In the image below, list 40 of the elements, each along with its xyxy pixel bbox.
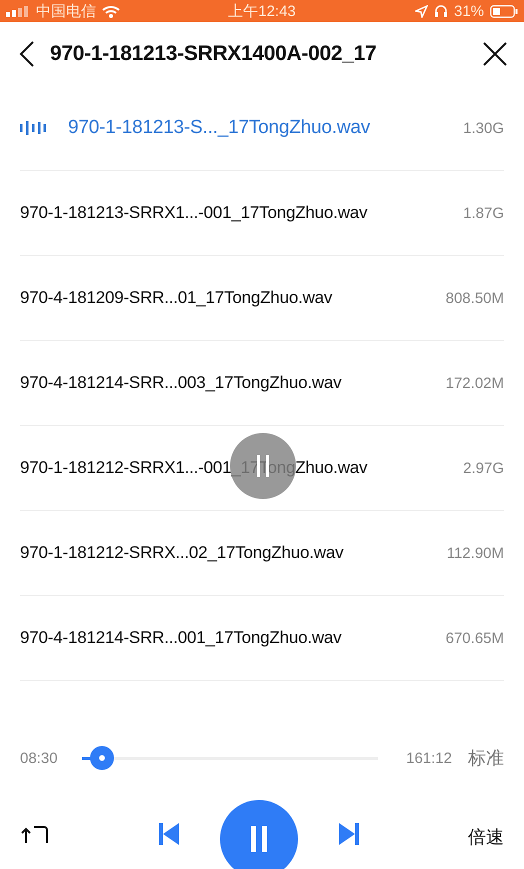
file-row[interactable]: 970-1-181213-S..._17TongZhuo.wav 1.30G bbox=[20, 86, 504, 171]
file-name: 970-1-181213-SRRX1...-001_17TongZhuo.wav bbox=[20, 203, 368, 223]
file-row[interactable]: 970-1-181213-SRRX1...-001_17TongZhuo.wav 1.87G bbox=[20, 171, 504, 256]
window-title: 970-1-181213-SRRX1400A-002_17 bbox=[50, 42, 378, 66]
carrier-name: 中国电信 bbox=[36, 2, 96, 20]
next-button[interactable] bbox=[337, 823, 359, 845]
previous-button[interactable] bbox=[159, 823, 181, 845]
elapsed-time: 08:30 bbox=[20, 750, 58, 766]
file-name: 970-4-181209-SRR...01_17TongZhuo.wav bbox=[20, 288, 332, 308]
slider-thumb[interactable] bbox=[90, 746, 114, 770]
file-size: 1.87G bbox=[463, 204, 504, 222]
file-name: 970-1-181213-S..._17TongZhuo.wav bbox=[68, 117, 370, 139]
file-size: 112.90M bbox=[446, 544, 504, 562]
file-row[interactable]: 970-4-181214-SRR...003_17TongZhuo.wav 172.02M bbox=[20, 341, 504, 426]
file-name: 970-4-181214-SRR...003_17TongZhuo.wav bbox=[20, 373, 342, 393]
clock-time: 上午12:43 bbox=[228, 2, 296, 20]
total-time: 161:12 bbox=[406, 750, 452, 766]
file-size: 670.65M bbox=[446, 630, 504, 646]
wifi-icon bbox=[102, 4, 120, 18]
battery-icon bbox=[490, 4, 518, 18]
headphones-icon bbox=[434, 4, 448, 18]
file-size: 2.97G bbox=[463, 460, 504, 476]
quality-label[interactable]: 标准 bbox=[468, 746, 504, 770]
close-button[interactable] bbox=[482, 41, 508, 67]
playing-bars-icon bbox=[20, 121, 46, 135]
file-row[interactable]: 970-1-181212-SRRX...02_17TongZhuo.wav 112.90M bbox=[20, 511, 504, 596]
file-row[interactable]: 970-4-181209-SRR...01_17TongZhuo.wav 808.50M bbox=[20, 256, 504, 341]
file-name: 970-4-181214-SRR...001_17TongZhuo.wav bbox=[20, 628, 342, 648]
repeat-button[interactable] bbox=[20, 823, 50, 843]
file-size: 808.50M bbox=[446, 290, 504, 306]
file-size: 1.30G bbox=[463, 120, 504, 136]
speed-button[interactable]: 倍速 bbox=[468, 825, 504, 849]
location-arrow-icon bbox=[414, 4, 428, 18]
file-name: 970-1-181212-SRRX...02_17TongZhuo.wav bbox=[20, 543, 344, 563]
pause-icon bbox=[249, 826, 269, 852]
back-button[interactable] bbox=[18, 40, 36, 68]
battery-percent: 31% bbox=[454, 2, 484, 20]
file-size: 172.02M bbox=[446, 374, 504, 392]
signal-icon bbox=[6, 5, 30, 17]
file-row[interactable]: 970-4-181214-SRR...001_17TongZhuo.wav 670.65M bbox=[20, 596, 504, 681]
